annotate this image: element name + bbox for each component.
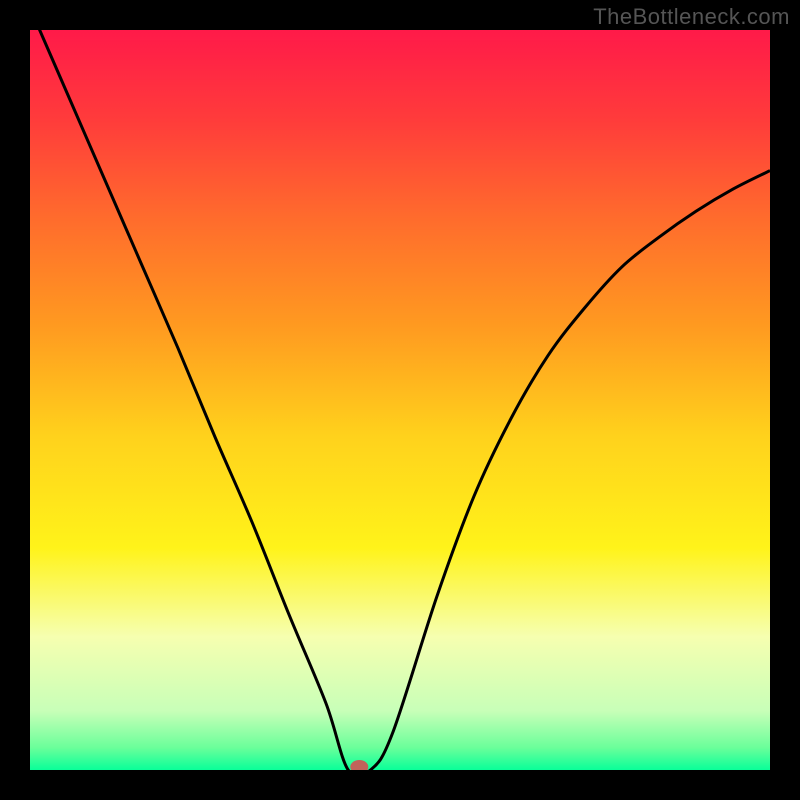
gradient-background [30,30,770,770]
watermark-text: TheBottleneck.com [593,4,790,30]
plot-svg [30,30,770,770]
plot-area [30,30,770,770]
chart-frame: TheBottleneck.com [0,0,800,800]
